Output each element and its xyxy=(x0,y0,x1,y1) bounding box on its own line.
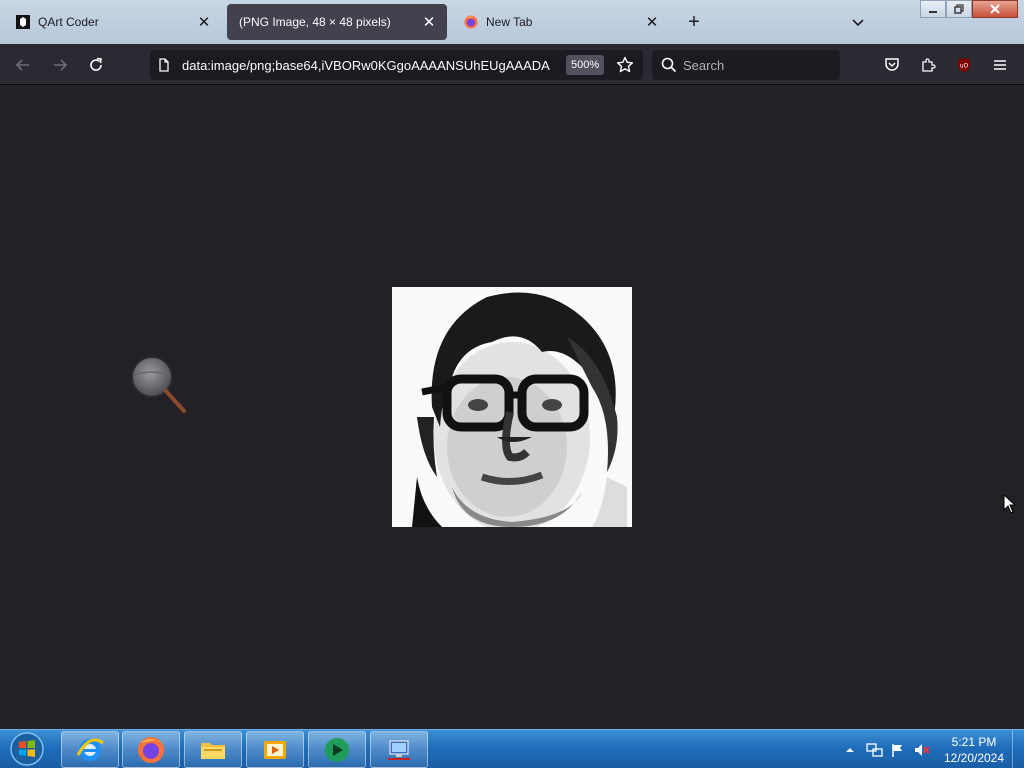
tab-title: New Tab xyxy=(486,15,533,29)
extensions-button[interactable] xyxy=(917,54,939,76)
reload-icon xyxy=(90,57,102,71)
firefox-favicon-icon xyxy=(464,15,478,29)
notification-area xyxy=(844,730,856,768)
minimize-icon xyxy=(929,11,937,13)
puzzle-piece-icon xyxy=(922,58,936,72)
clock-date: 12/20/2024 xyxy=(943,751,1005,765)
tab-png-image[interactable]: (PNG Image, 48 × 48 pixels) ✕ xyxy=(227,4,447,40)
volume-muted-icon[interactable] xyxy=(913,730,931,768)
svg-text:uO: uO xyxy=(960,63,969,70)
window-controls xyxy=(920,0,1018,18)
bookmark-star-icon[interactable] xyxy=(616,56,634,79)
tab-title: QArt Coder xyxy=(38,15,99,29)
mouse-pointer-icon xyxy=(1003,493,1017,519)
chevron-down-icon xyxy=(852,19,864,27)
hamburger-menu-icon xyxy=(994,60,1006,70)
search-box[interactable]: Search xyxy=(652,50,840,80)
close-tab-icon[interactable]: ✕ xyxy=(194,12,214,32)
page-icon xyxy=(157,58,171,77)
back-arrow-icon xyxy=(15,59,29,71)
list-all-tabs-button[interactable] xyxy=(848,12,868,32)
pocket-icon xyxy=(885,58,899,71)
taskbar-network-app[interactable] xyxy=(370,731,428,768)
clock-time: 5:21 PM xyxy=(951,735,997,749)
app-menu-button[interactable] xyxy=(989,54,1011,76)
navigation-toolbar: data:image/png;base64,iVBORw0KGgoAAAANSU… xyxy=(0,44,1024,85)
media-player-icon xyxy=(264,740,286,759)
url-text[interactable]: data:image/png;base64,iVBORw0KGgoAAAANSU… xyxy=(182,58,560,73)
pocket-button[interactable] xyxy=(881,54,903,76)
ublock-origin-button[interactable]: uO xyxy=(953,54,975,76)
ublock-shield-icon: uO xyxy=(958,58,970,72)
restore-icon xyxy=(954,4,964,14)
show-desktop-button[interactable] xyxy=(1012,730,1024,768)
system-clock[interactable]: 5:21 PM 12/20/2024 xyxy=(936,734,1012,766)
start-button[interactable] xyxy=(4,731,50,767)
new-tab-button[interactable]: + xyxy=(683,11,705,33)
windows-taskbar: 5:21 PM 12/20/2024 xyxy=(0,729,1024,768)
close-tab-icon[interactable]: ✕ xyxy=(642,12,662,32)
internet-explorer-icon xyxy=(76,738,104,761)
show-hidden-icons-icon[interactable] xyxy=(844,744,856,756)
tab-new-tab[interactable]: New Tab ✕ xyxy=(452,4,670,40)
folder-icon xyxy=(201,742,225,759)
forward-button[interactable] xyxy=(48,53,72,77)
tab-qart-coder[interactable]: QArt Coder ✕ xyxy=(4,4,222,40)
magnifier-cursor-icon xyxy=(128,353,188,418)
firefox-icon xyxy=(138,736,164,763)
address-bar[interactable]: data:image/png;base64,iVBORw0KGgoAAAANSU… xyxy=(150,50,643,80)
forward-arrow-icon xyxy=(54,59,68,71)
qart-favicon-icon xyxy=(16,15,30,29)
action-center-flag-icon[interactable] xyxy=(890,730,906,768)
taskbar-file-explorer[interactable] xyxy=(184,731,242,768)
network-computer-icon xyxy=(388,740,410,760)
search-icon xyxy=(661,57,677,78)
close-icon xyxy=(990,4,1000,14)
tab-strip: QArt Coder ✕ (PNG Image, 48 × 48 pixels)… xyxy=(0,0,1024,44)
taskbar-qart-app[interactable] xyxy=(308,731,366,768)
search-placeholder: Search xyxy=(683,58,725,73)
reload-button[interactable] xyxy=(84,53,108,77)
taskbar-media-player[interactable] xyxy=(246,731,304,768)
tab-title: (PNG Image, 48 × 48 pixels) xyxy=(239,15,391,29)
restore-button[interactable] xyxy=(946,0,972,18)
windows-orb-icon xyxy=(10,732,44,766)
minimize-button[interactable] xyxy=(920,0,946,18)
displayed-png-image[interactable] xyxy=(392,287,632,527)
back-button[interactable] xyxy=(11,53,35,77)
network-tray-icon[interactable] xyxy=(866,730,884,768)
page-content xyxy=(0,85,1024,729)
close-tab-icon[interactable]: ✕ xyxy=(419,12,439,32)
close-window-button[interactable] xyxy=(972,0,1018,18)
zoom-level-button[interactable]: 500% xyxy=(566,55,605,75)
taskbar-internet-explorer[interactable] xyxy=(61,731,119,768)
portrait-image xyxy=(392,287,632,527)
taskbar-firefox[interactable] xyxy=(122,731,180,768)
green-circle-app-icon xyxy=(325,737,349,762)
